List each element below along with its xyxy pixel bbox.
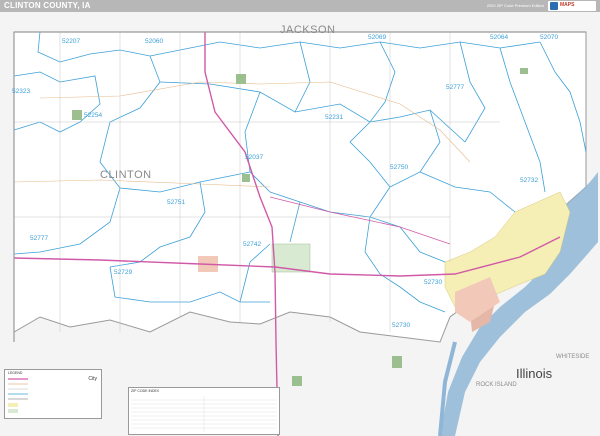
publisher-logo: MAPS (548, 1, 596, 11)
county-label-whiteside: WHITESIDE (556, 354, 590, 360)
zip-label: 52060 (145, 38, 164, 45)
map-title: CLINTON COUNTY, IA (4, 1, 91, 10)
zip-label: 52730 (424, 279, 443, 286)
logo-mark-icon (550, 2, 558, 10)
zip-index-title: ZIP CODE INDEX (131, 389, 160, 393)
zip-label: 52207 (62, 38, 81, 45)
zip-label: 52254 (84, 112, 103, 119)
zip-label: 52777 (30, 235, 49, 242)
zip-label: 52750 (390, 164, 409, 171)
zip-label: 52037 (245, 154, 264, 161)
zip-label: 52069 (368, 34, 387, 41)
zip-code-index: ZIP CODE INDEX (128, 387, 280, 435)
county-label-jackson: JACKSON (280, 24, 336, 36)
zip-label: 52732 (520, 177, 539, 184)
zip-label: 52730 (392, 322, 411, 329)
zip-label: 52751 (167, 199, 186, 206)
legend-title: LEGEND (8, 371, 23, 375)
zip-label: 52070 (540, 34, 559, 41)
zip-label: 52729 (114, 269, 133, 276)
zip-label: 52742 (243, 241, 262, 248)
legend-city-label: City (88, 376, 97, 382)
zip-label: 52231 (325, 114, 344, 121)
county-label-clinton: CLINTON (100, 169, 152, 181)
zip-label: 52323 (12, 88, 31, 95)
zip-label: 52064 (490, 34, 509, 41)
state-label-illinois: Illinois (516, 366, 553, 381)
logo-wordmark: MAPS (560, 2, 575, 8)
county-label-rock-island: ROCK ISLAND (476, 382, 517, 388)
zip-index-table (131, 396, 277, 432)
legend-symbols (8, 378, 28, 413)
edition-label: 2020 ZIP Code Premium Edition (486, 3, 544, 8)
map-header: CLINTON COUNTY, IA 2020 ZIP Code Premium… (0, 0, 600, 12)
zip-label: 52777 (446, 84, 465, 91)
map-legend: LEGEND City (4, 369, 102, 419)
